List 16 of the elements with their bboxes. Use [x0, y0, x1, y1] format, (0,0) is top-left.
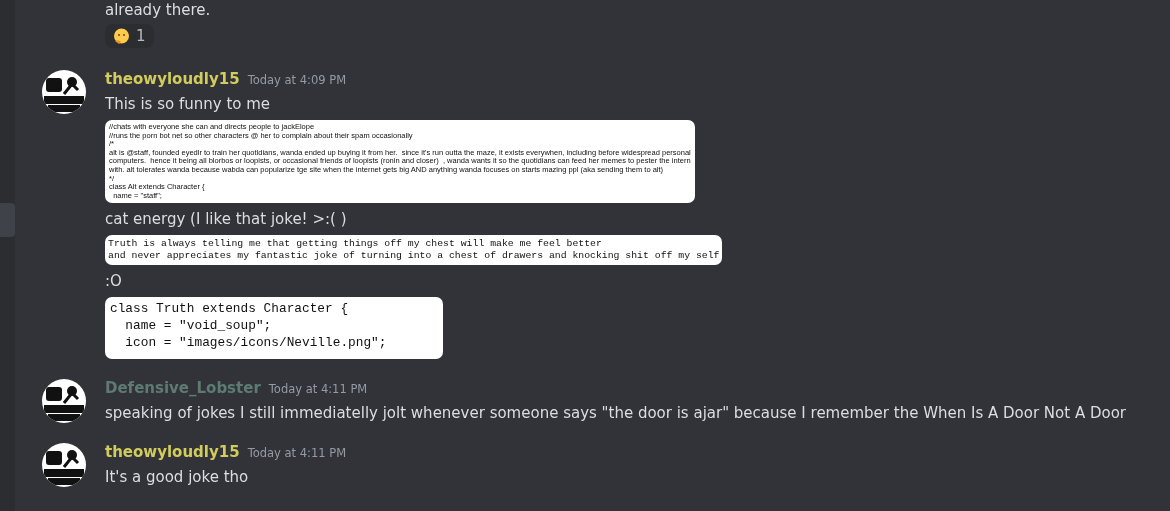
- reaction-count: 1: [136, 27, 146, 45]
- reaction[interactable]: 1: [105, 24, 154, 48]
- message-text: already there.: [105, 0, 212, 20]
- username[interactable]: theowyloudly15: [105, 70, 240, 88]
- message-text: It's a good joke tho: [105, 467, 250, 488]
- timestamp: Today at 4:11 PM: [247, 446, 347, 461]
- timestamp: Today at 4:11 PM: [268, 382, 368, 397]
- message-text: This is so funny to me: [105, 94, 272, 114]
- username[interactable]: theowyloudly15: [105, 443, 240, 462]
- timestamp: Today at 4:09 PM: [247, 73, 347, 87]
- message-text: :O: [105, 271, 123, 292]
- code-screenshot[interactable]: class Truth extends Character { name = "void_soup"; icon = "images/icons/Neville.png";: [105, 297, 443, 360]
- code-screenshot[interactable]: Truth is always telling me that getting things off my chest will make me feel better and never appreciates my fantastic joke of turning into a chest of drawers and knocking shit off my self: [105, 235, 723, 266]
- thinking-emoji-icon: [113, 27, 130, 45]
- message-text: cat energy (I like that joke! >:( ): [105, 209, 348, 230]
- message-text: speaking of jokes I still immediatelly jolt whenever someone says "the door is ajar" because I remember the When Is A Door Not A Door: [105, 403, 1126, 424]
